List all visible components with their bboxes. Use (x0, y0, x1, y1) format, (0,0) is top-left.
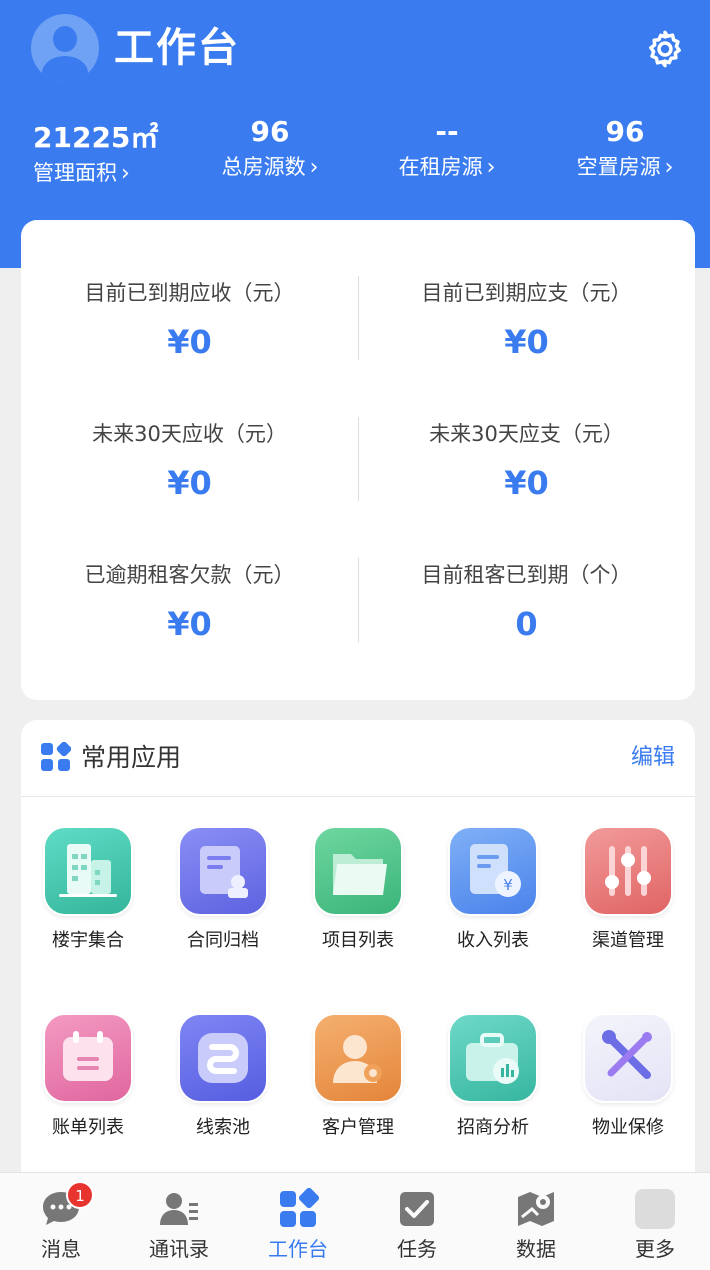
app-bills[interactable]: 账单列表 (23, 1013, 153, 1141)
stat-vacant-label: 空置房源 (576, 155, 661, 179)
stat-rented[interactable]: -- 在租房源 › (382, 112, 512, 183)
tools-icon (583, 1013, 673, 1103)
building-icon (43, 826, 133, 916)
briefcase-chart-icon (448, 1013, 538, 1103)
finance-value: ¥0 (167, 464, 212, 502)
leads-icon (178, 1013, 268, 1103)
tab-label: 数据 (516, 1237, 556, 1261)
gear-icon[interactable] (644, 28, 686, 70)
finance-label: 目前已到期应支（元） (421, 281, 632, 305)
app-label: 线索池 (196, 1117, 250, 1138)
stat-area-value: 21225 (33, 121, 131, 154)
map-data-icon (514, 1187, 558, 1231)
svg-text:¥: ¥ (503, 876, 513, 894)
stat-vacant[interactable]: 96 空置房源 › (560, 112, 690, 183)
more-icon (633, 1187, 677, 1231)
calendar-bill-icon (43, 1013, 133, 1103)
finance-item[interactable]: 未来30天应支（元） ¥0 (358, 419, 695, 505)
customer-icon (313, 1013, 403, 1103)
finance-label: 未来30天应收（元） (92, 422, 287, 446)
stat-area-unit: ㎡ (130, 121, 159, 154)
tab-label: 消息 (41, 1237, 81, 1261)
bottom-tabbar: 1 消息 通讯录 工作台 任务 数据 更多 (0, 1172, 710, 1270)
edit-button[interactable]: 编辑 (631, 742, 675, 774)
income-icon: ¥ (448, 826, 538, 916)
finance-item[interactable]: 已逾期租客欠款（元） ¥0 (21, 560, 358, 646)
contract-icon (178, 826, 268, 916)
finance-item[interactable]: 目前已到期应收（元） ¥0 (21, 278, 358, 364)
app-label: 合同归档 (187, 930, 259, 951)
finance-value: ¥0 (504, 464, 549, 502)
app-projects[interactable]: 项目列表 (293, 826, 423, 954)
apps-grid-icon (41, 742, 71, 771)
apps-card: 常用应用 编辑 楼宇集合 合同归档 项目列表 ¥ 收入列表 渠道管理 账单列表 … (21, 720, 695, 1200)
stat-rented-label: 在租房源 (398, 155, 483, 179)
app-contract[interactable]: 合同归档 (158, 826, 288, 954)
finance-card: 目前已到期应收（元） ¥0 目前已到期应支（元） ¥0 未来30天应收（元） ¥… (21, 220, 695, 700)
finance-value: 0 (515, 605, 538, 643)
finance-label: 未来30天应支（元） (429, 422, 624, 446)
tab-messages[interactable]: 1 消息 (2, 1173, 120, 1270)
finance-item[interactable]: 未来30天应收（元） ¥0 (21, 419, 358, 505)
tab-label: 更多 (635, 1237, 675, 1261)
app-customers[interactable]: 客户管理 (293, 1013, 423, 1141)
stat-rented-value: -- (435, 115, 459, 148)
finance-value: ¥0 (167, 323, 212, 361)
tab-more[interactable]: 更多 (596, 1173, 710, 1270)
finance-value: ¥0 (504, 323, 549, 361)
stat-area-label: 管理面积 (33, 161, 117, 185)
tab-tasks[interactable]: 任务 (358, 1173, 476, 1270)
finance-label: 目前已到期应收（元） (84, 281, 295, 305)
user-avatar-icon[interactable] (31, 14, 99, 82)
workbench-icon (276, 1187, 320, 1231)
app-channels[interactable]: 渠道管理 (563, 826, 693, 954)
tab-label: 工作台 (268, 1237, 328, 1261)
finance-item[interactable]: 目前已到期应支（元） ¥0 (358, 278, 695, 364)
stats-row: 21225㎡ 管理面积 › 96 总房源数 › -- 在租房源 › 96 空置房源 › (0, 112, 710, 192)
tab-data[interactable]: 数据 (477, 1173, 595, 1270)
app-investment[interactable]: 招商分析 (428, 1013, 558, 1141)
app-label: 渠道管理 (592, 930, 664, 951)
chevron-right-icon: › (309, 155, 319, 180)
stat-total-label: 总房源数 (221, 155, 306, 179)
chevron-right-icon: › (664, 155, 674, 180)
apps-section-title: 常用应用 (81, 743, 182, 772)
chevron-right-icon: › (121, 161, 130, 186)
stat-total[interactable]: 96 总房源数 › (205, 112, 335, 183)
divider (21, 796, 695, 797)
tab-workbench[interactable]: 工作台 (239, 1173, 357, 1270)
app-income[interactable]: ¥ 收入列表 (428, 826, 558, 954)
chevron-right-icon: › (486, 155, 496, 180)
tab-label: 任务 (397, 1237, 437, 1261)
stat-vacant-value: 96 (605, 115, 645, 148)
stat-area[interactable]: 21225㎡ 管理面积 › (33, 118, 158, 189)
task-icon (395, 1187, 439, 1231)
app-repairs[interactable]: 物业保修 (563, 1013, 693, 1141)
finance-label: 目前租客已到期（个） (421, 563, 632, 587)
folder-icon (313, 826, 403, 916)
app-leads[interactable]: 线索池 (158, 1013, 288, 1141)
app-label: 客户管理 (322, 1117, 394, 1138)
app-label: 账单列表 (52, 1117, 124, 1138)
tab-contacts[interactable]: 通讯录 (120, 1173, 238, 1270)
contacts-icon (157, 1187, 201, 1231)
app-label: 物业保修 (592, 1117, 664, 1138)
stat-total-value: 96 (250, 115, 290, 148)
finance-item[interactable]: 目前租客已到期（个） 0 (358, 560, 695, 646)
sliders-icon (583, 826, 673, 916)
page-title: 工作台 (114, 25, 240, 71)
unread-badge: 1 (66, 1181, 94, 1209)
app-label: 招商分析 (457, 1117, 529, 1138)
tab-label: 通讯录 (149, 1237, 209, 1261)
app-label: 楼宇集合 (52, 930, 124, 951)
app-label: 收入列表 (457, 930, 529, 951)
app-building[interactable]: 楼宇集合 (23, 826, 153, 954)
finance-value: ¥0 (167, 605, 212, 643)
finance-label: 已逾期租客欠款（元） (84, 563, 295, 587)
app-label: 项目列表 (322, 930, 394, 951)
